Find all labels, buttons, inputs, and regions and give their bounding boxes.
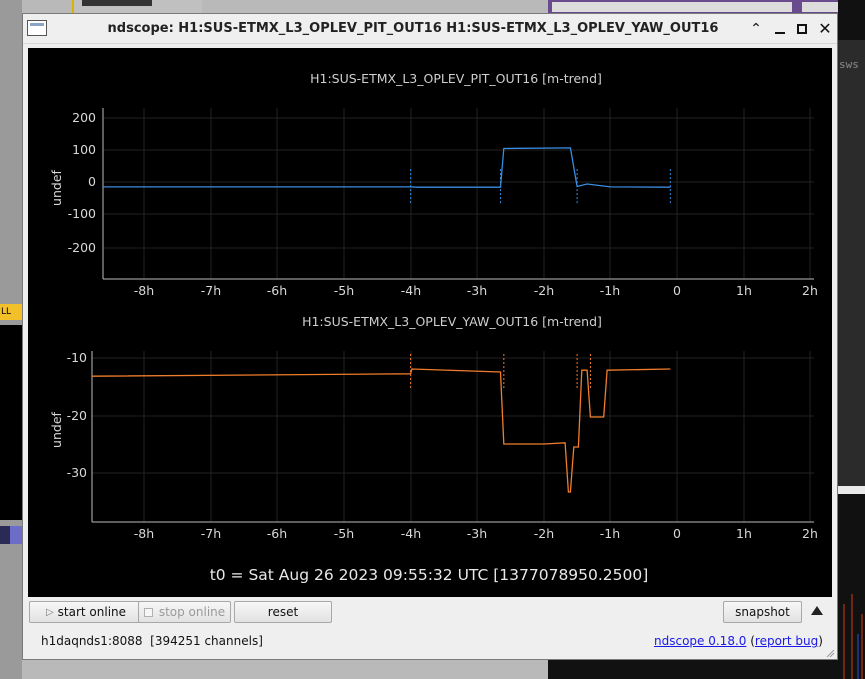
start-online-label: start online: [57, 605, 127, 619]
plot2-x-tick: -5h: [334, 526, 354, 541]
maximize-button[interactable]: [793, 20, 811, 38]
plot2-x-tick: -3h: [467, 526, 487, 541]
snapshot-label: snapshot: [735, 605, 790, 619]
background-blue-block-dark: [0, 526, 10, 544]
plot1-series-line: [103, 147, 671, 188]
plot1-x-tick: -3h: [467, 283, 487, 298]
background-top-strip: [72, 0, 202, 14]
title-bar[interactable]: ndscope: H1:SUS-ETMX_L3_OPLEV_PIT_OUT16 …: [23, 14, 837, 44]
plot2-x-tick: -8h: [134, 526, 154, 541]
stop-online-label: stop online: [158, 605, 226, 619]
plot2-y-tick: -10: [67, 350, 87, 365]
t0-timestamp: t0 = Sat Aug 26 2023 09:55:32 UTC [13770…: [210, 566, 649, 584]
plot1-grid: [103, 108, 814, 279]
ndscope-window: ndscope: H1:SUS-ETMX_L3_OPLEV_PIT_OUT16 …: [22, 13, 838, 660]
plot1-y-ticks: 200 100 0 -100 -200: [68, 110, 96, 255]
plot1-x-tick: 0: [673, 283, 681, 298]
plot2-x-ticks: -8h -7h -6h -5h -4h -3h -2h -1h 0 1h 2h: [134, 526, 818, 541]
background-spectrum: [838, 494, 865, 679]
background-top-right-panel: [548, 0, 865, 14]
stop-icon: [143, 607, 153, 617]
plot1-x-tick: -4h: [401, 283, 421, 298]
close-button[interactable]: ✕: [816, 20, 834, 38]
chevron-up-icon[interactable]: ⌃: [747, 20, 765, 38]
plot2-title: H1:SUS-ETMX_L3_OPLEV_YAW_OUT16 [m-trend]: [302, 314, 602, 329]
paren-open: (: [746, 634, 755, 648]
plot2-ylabel: undef: [49, 411, 64, 447]
plot1-y-tick: 200: [72, 110, 96, 125]
start-online-button[interactable]: ▷ start online: [29, 601, 143, 623]
app-icon: [27, 20, 47, 36]
plot1-x-tick: 1h: [736, 283, 752, 298]
plot2-x-tick: -7h: [201, 526, 221, 541]
plot-area[interactable]: H1:SUS-ETMX_L3_OPLEV_PIT_OUT16 [m-trend]…: [28, 48, 832, 597]
triangle-up-icon[interactable]: [811, 606, 823, 615]
plot2-x-tick: 2h: [802, 526, 818, 541]
plots-canvas[interactable]: H1:SUS-ETMX_L3_OPLEV_PIT_OUT16 [m-trend]…: [28, 48, 832, 597]
plot2-series-line: [91, 368, 671, 493]
plot1-x-tick: -1h: [600, 283, 620, 298]
plot2-grid: [92, 351, 814, 522]
paren-close: ): [818, 634, 823, 648]
background-panel-right: [838, 40, 865, 490]
play-icon: ▷: [45, 606, 54, 618]
background-right-label: sws: [839, 58, 859, 71]
plot2-x-tick: -2h: [534, 526, 554, 541]
background-bottom-panel: [548, 660, 838, 679]
plot1-title: H1:SUS-ETMX_L3_OPLEV_PIT_OUT16 [m-trend]: [310, 71, 602, 86]
plot2-x-tick: -1h: [600, 526, 620, 541]
server-status: h1daqnds1:8088 [394251 channels]: [41, 634, 263, 648]
plot1-y-tick: 100: [72, 142, 96, 157]
background-panel-left: [0, 325, 22, 520]
background-tag: LL: [0, 304, 22, 320]
plot1-x-tick: -6h: [267, 283, 287, 298]
plot2-x-tick: 0: [673, 526, 681, 541]
plot2-y-tick: -30: [67, 465, 87, 480]
plot1-ylabel: undef: [49, 169, 64, 205]
report-bug-link[interactable]: report bug: [755, 634, 818, 648]
plot2-x-tick: -6h: [267, 526, 287, 541]
version-info: ndscope 0.18.0 (report bug): [654, 634, 823, 648]
snapshot-button[interactable]: snapshot: [723, 601, 802, 623]
stop-online-button[interactable]: stop online: [138, 601, 231, 623]
maximize-icon: [797, 24, 807, 34]
plot1-x-tick: -8h: [134, 283, 154, 298]
plot1-x-ticks: -8h -7h -6h -5h -4h -3h -2h -1h 0 1h 2h: [134, 283, 818, 298]
plot2-y-tick: -20: [67, 408, 87, 423]
plot1-x-tick: -2h: [534, 283, 554, 298]
background-divider: [838, 486, 865, 494]
plot1-x-tick: -7h: [201, 283, 221, 298]
plot1-x-tick: -5h: [334, 283, 354, 298]
plot1-y-tick: -100: [68, 206, 96, 221]
close-icon: ✕: [818, 19, 832, 38]
window-title: ndscope: H1:SUS-ETMX_L3_OPLEV_PIT_OUT16 …: [107, 21, 719, 36]
plot1-y-tick: 0: [88, 174, 96, 189]
version-link[interactable]: ndscope 0.18.0: [654, 634, 746, 648]
plot1-y-tick: -200: [68, 240, 96, 255]
plot2-x-tick: -4h: [401, 526, 421, 541]
plot2-x-tick: 1h: [736, 526, 752, 541]
minimize-button[interactable]: [771, 20, 789, 38]
resize-grip-icon[interactable]: [825, 650, 835, 658]
plot2-y-ticks: -10 -20 -30: [67, 350, 87, 480]
reset-label: reset: [267, 605, 299, 619]
plot1-x-tick: 2h: [802, 283, 818, 298]
reset-button[interactable]: reset: [234, 601, 332, 623]
minimize-icon: [775, 32, 785, 34]
